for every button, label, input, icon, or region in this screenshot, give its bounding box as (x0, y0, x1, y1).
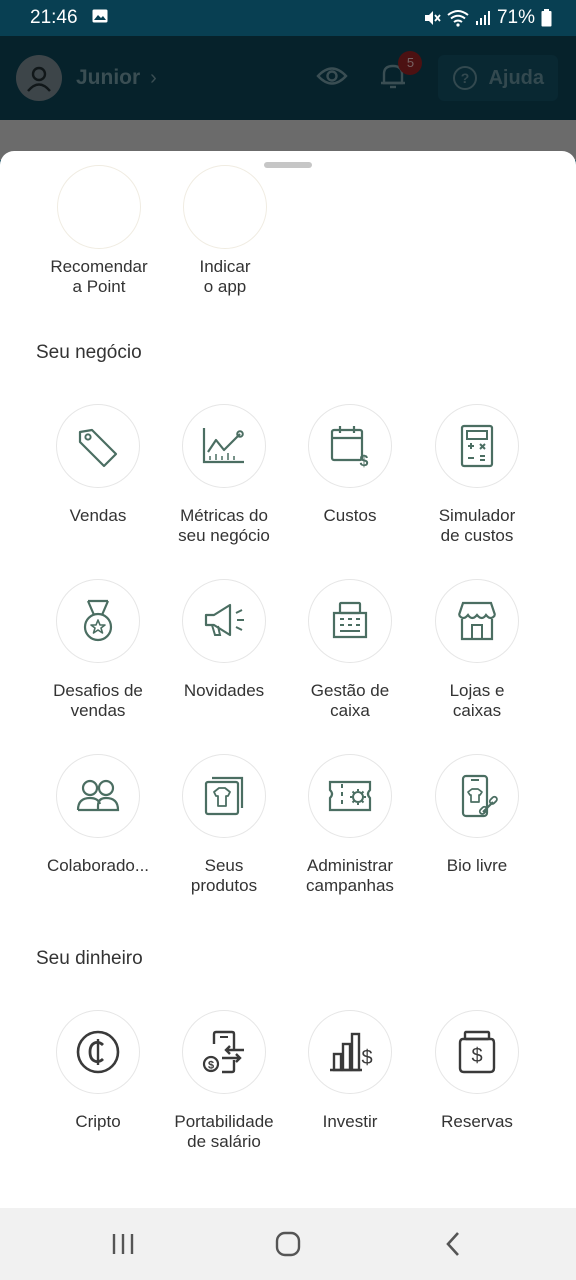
sheet-drag-handle[interactable] (264, 162, 312, 168)
sales-challenges-label: Desafios de vendas (53, 681, 143, 720)
business-metrics-item[interactable]: Métricas do seu negócio (161, 404, 287, 546)
recommend-point-label: Recomendar a Point (50, 257, 148, 296)
user-icon (27, 66, 51, 92)
recent-apps-button[interactable] (78, 1214, 168, 1274)
sales-challenges-item[interactable]: Desafios de vendas (35, 579, 161, 721)
recent-apps-icon (112, 1234, 133, 1254)
bio-link-icon (461, 774, 498, 818)
battery-icon (541, 9, 552, 27)
collaborators-item[interactable]: Colaborado... (35, 754, 161, 876)
products-icon (204, 776, 244, 816)
wifi-icon (447, 9, 469, 27)
profile-name[interactable]: Junior (76, 66, 140, 90)
system-nav-bar (0, 1208, 576, 1280)
question-circle-icon: ? (453, 66, 478, 90)
refer-app-label: Indicar o app (199, 257, 251, 296)
invest-label: Investir (322, 1112, 378, 1131)
costs-label: Custos (323, 506, 377, 525)
chart-line-icon (202, 428, 244, 464)
people-icon (76, 779, 120, 812)
bio-link-item[interactable]: Bio livre (414, 754, 540, 876)
sales-label: Vendas (69, 506, 127, 525)
section-title-money: Seu dinheiro (36, 948, 143, 969)
manage-campaigns-label: Administrar campanhas (306, 856, 394, 895)
help-label: Ajuda (488, 66, 544, 89)
svg-text:?: ? (461, 70, 470, 86)
invest-chart-icon: $ (330, 1032, 373, 1072)
app-header: Junior › 5 ? Ajuda (0, 36, 576, 120)
cost-simulator-label: Simulador de custos (438, 506, 516, 545)
avatar[interactable] (16, 55, 62, 101)
news-item[interactable]: Novidades (161, 579, 287, 701)
section-title-business: Seu negócio (36, 342, 142, 363)
cash-register-icon (332, 601, 368, 639)
cost-simulator-item[interactable]: Simulador de custos (414, 404, 540, 546)
business-metrics-label: Métricas do seu negócio (178, 506, 270, 545)
your-products-item[interactable]: Seus produtos (161, 754, 287, 896)
recommend-point-item[interactable]: Recomendar a Point (36, 165, 162, 297)
status-bar: 21:46 71% (0, 0, 576, 36)
collaborators-label: Colaborado... (46, 856, 150, 875)
refer-app-icon (183, 165, 267, 249)
bio-link-label: Bio livre (446, 856, 508, 875)
invest-item[interactable]: $ Investir (287, 1010, 413, 1132)
bottom-sheet: Recomendar a Point Indicar o app Seu neg… (0, 151, 576, 1208)
cash-management-label: Gestão de caixa (310, 681, 390, 720)
salary-portability-icon: $ (202, 1030, 244, 1074)
battery-percent: 71% (496, 7, 535, 28)
salary-portability-item[interactable]: $ Portabilidade de salário (161, 1010, 287, 1152)
svg-text:$: $ (471, 1045, 482, 1067)
svg-text:$: $ (360, 453, 369, 470)
savings-jar-icon: $ (458, 1030, 496, 1074)
help-button[interactable]: ? Ajuda (438, 55, 558, 101)
reserves-item[interactable]: $ Reservas (414, 1010, 540, 1132)
svg-text:$: $ (361, 1047, 372, 1069)
svg-text:$: $ (208, 1060, 214, 1072)
notifications-button[interactable]: 5 (378, 50, 423, 96)
salary-portability-label: Portabilidade de salário (174, 1112, 274, 1151)
mute-icon (423, 9, 441, 27)
tag-icon (78, 428, 118, 468)
campaign-ticket-icon (328, 780, 372, 812)
crypto-coin-icon (76, 1030, 120, 1074)
store-icon (457, 601, 497, 641)
eye-icon[interactable] (316, 65, 349, 92)
medal-icon (83, 599, 113, 642)
refer-app-item[interactable]: Indicar o app (162, 165, 288, 297)
calculator-icon (460, 424, 494, 468)
megaphone-icon (204, 603, 244, 637)
home-button[interactable] (243, 1214, 333, 1274)
crypto-item[interactable]: Cripto (35, 1010, 161, 1132)
gallery-notification-icon (92, 7, 108, 29)
status-time: 21:46 (30, 7, 78, 28)
back-button[interactable] (408, 1214, 498, 1274)
your-products-label: Seus produtos (190, 856, 258, 895)
cash-management-item[interactable]: Gestão de caixa (287, 579, 413, 721)
stores-registers-label: Lojas e caixas (449, 681, 505, 720)
manage-campaigns-item[interactable]: Administrar campanhas (287, 754, 413, 896)
sales-item[interactable]: Vendas (35, 404, 161, 526)
home-icon (275, 1231, 301, 1257)
stores-registers-item[interactable]: Lojas e caixas (414, 579, 540, 721)
costs-item[interactable]: $ Custos (287, 404, 413, 526)
crypto-label: Cripto (75, 1112, 121, 1131)
news-label: Novidades (183, 681, 265, 700)
chevron-right-icon: › (150, 66, 157, 89)
back-icon (446, 1232, 460, 1256)
calendar-cost-icon: $ (330, 426, 369, 470)
notification-badge: 5 (398, 50, 423, 75)
signal-icon (475, 10, 491, 26)
recommend-point-icon (57, 165, 141, 249)
reserves-label: Reservas (441, 1112, 513, 1131)
